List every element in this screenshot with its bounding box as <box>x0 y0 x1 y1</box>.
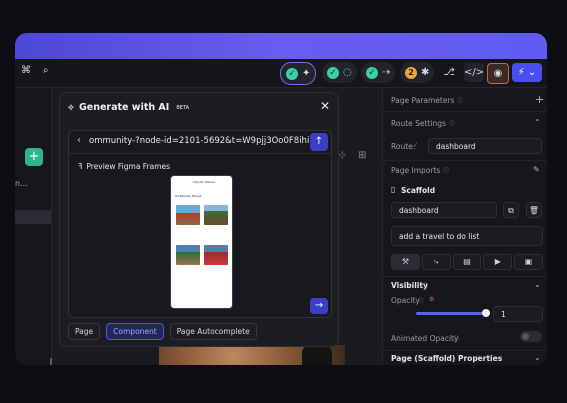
properties-panel: Page Parameters ⓘ + Route Settings ⓘ ⌃ R… <box>382 88 547 365</box>
canvas-tool-icon[interactable]: ⊹ <box>338 150 352 164</box>
place-card-image <box>204 245 228 265</box>
route-settings-heading[interactable]: Route Settings <box>391 119 446 128</box>
scaffold-name-input[interactable]: dashboard <box>391 202 497 218</box>
add-parameter-icon[interactable]: + <box>535 93 544 106</box>
branch-icon[interactable]: ⎇ <box>439 63 459 82</box>
info-icon: ⓘ <box>418 298 425 305</box>
place-card-image <box>204 205 228 225</box>
canvas-figure <box>302 345 332 365</box>
magic-wand-icon[interactable]: ⚒ <box>391 254 420 270</box>
place-card-image <box>176 205 200 225</box>
selected-row <box>15 210 51 224</box>
run-bolt-button[interactable]: ⚡ ⌄ <box>512 63 542 82</box>
check-icon: ✓ <box>286 67 298 80</box>
opacity-label: Opacity <box>391 296 420 305</box>
info-icon: ⓘ <box>453 336 460 343</box>
phone-icon: ▯ <box>391 185 396 194</box>
opacity-slider-knob[interactable] <box>482 309 490 317</box>
sparkle-icon: ✦ <box>302 68 311 79</box>
place-card-image <box>176 245 200 265</box>
route-input[interactable]: dashboard <box>428 138 542 154</box>
phone-title: Popular Places <box>193 180 215 184</box>
edit-pencil-icon[interactable]: ✎ <box>533 165 540 174</box>
search-icon[interactable]: ⌕ <box>43 65 49 76</box>
add-button[interactable]: + <box>25 148 43 166</box>
truncated-label: n... <box>15 179 28 188</box>
left-sidebar: + n... <box>15 88 53 365</box>
url-row: ‹ ommunity-?node-id=2101-5692&t=W9pjj3Oo… <box>69 131 331 154</box>
sparkle-icon: ⟡ <box>68 102 74 113</box>
page-parameters-heading[interactable]: Page Parameters <box>391 96 454 105</box>
toolbar-group-comments[interactable]: ✓ ◌ <box>322 62 357 83</box>
page-properties-heading[interactable]: Page (Scaffold) Properties <box>391 354 502 363</box>
ai-prompt-input[interactable]: add a travel to do list <box>391 226 543 246</box>
action-buttons-row: ⚒ ⤷ ▤ ▶ ▣ <box>391 254 543 270</box>
figma-icon: ꟻ <box>78 162 83 171</box>
preview-figma-frames: ꟻ Preview Figma Frames <box>78 162 170 171</box>
phone-preview: Popular Places All Popular Places <box>170 175 233 309</box>
close-icon[interactable]: ✕ <box>320 99 330 113</box>
layout-icon[interactable]: ▤ <box>452 254 482 270</box>
beta-badge: BETA <box>176 104 190 111</box>
chevron-up-icon[interactable]: ⌃ <box>534 118 541 127</box>
chevron-down-icon[interactable]: ⌄ <box>534 353 541 362</box>
page-imports-heading[interactable]: Page Imports <box>391 166 440 175</box>
toggle-knob <box>522 333 529 340</box>
figma-url-input[interactable]: ommunity-?node-id=2101-5692&t=W9pjj3Oo0F… <box>89 136 311 146</box>
trash-icon[interactable]: 🗑 <box>526 202 542 218</box>
chevron-down-icon[interactable]: ⌄ <box>534 280 541 289</box>
animated-opacity-toggle[interactable] <box>520 331 542 342</box>
path-icon[interactable]: ⤷ <box>421 254 451 270</box>
info-icon: ⓘ <box>422 283 429 290</box>
command-icon[interactable]: ⌘ <box>21 65 31 76</box>
info-icon: ⓘ <box>449 121 456 128</box>
next-arrow-button[interactable]: → <box>310 298 328 314</box>
code-block-icon[interactable]: ▣ <box>514 254 543 270</box>
dialog-title: ⟡ Generate with AI BETA <box>68 102 189 113</box>
tab-page-autocomplete[interactable]: Page Autocomplete <box>169 323 257 340</box>
generate-ai-dialog: ⟡ Generate with AI BETA ✕ ‹ ommunity-?nod… <box>59 92 339 347</box>
opacity-input[interactable]: 1 <box>493 306 543 322</box>
top-banner <box>15 33 547 59</box>
chat-icon: ◌ <box>343 67 352 78</box>
preview-label-text: Preview Figma Frames <box>86 162 171 171</box>
copy-icon[interactable]: ⧉ <box>503 202 519 218</box>
link-icon: ⁄ <box>415 142 417 149</box>
variable-icon[interactable]: ⚙ <box>429 296 434 303</box>
opacity-slider-track[interactable] <box>416 312 486 315</box>
submit-up-arrow-button[interactable]: ↑ <box>310 133 328 151</box>
divider <box>383 350 547 351</box>
toolbar-group-ai[interactable]: ✓ ✦ <box>280 62 317 85</box>
info-icon: ⓘ <box>457 98 464 105</box>
top-toolbar: ⌘ ⌕ ✓ ✦ ✓ ◌ ✓ ⇢ 2 ✱ ⎇ </> ◉ ⚡ ⌄ <box>15 59 547 88</box>
check-icon: ✓ <box>327 66 339 79</box>
divider <box>383 160 547 161</box>
animated-opacity-label: Animated Opacity <box>391 334 459 343</box>
toolbar-left: ⌘ ⌕ <box>21 65 49 76</box>
tab-page[interactable]: Page <box>68 323 101 340</box>
warning-count-badge: 2 <box>405 66 417 79</box>
share-icon: ⇢ <box>382 67 391 78</box>
tab-component[interactable]: Component <box>106 323 164 340</box>
mode-tabs: Page Component Page Autocomplete <box>68 323 257 340</box>
app-window: ⌘ ⌕ ✓ ✦ ✓ ◌ ✓ ⇢ 2 ✱ ⎇ </> ◉ ⚡ ⌄ + n... ⊹… <box>15 33 547 365</box>
dialog-title-text: Generate with AI <box>78 102 170 113</box>
check-icon: ✓ <box>366 66 378 79</box>
back-chevron-icon[interactable]: ‹ <box>77 135 81 146</box>
play-icon[interactable]: ▶ <box>483 254 513 270</box>
preview-panel: ‹ ommunity-?node-id=2101-5692&t=W9pjj3Oo… <box>68 130 332 318</box>
divider <box>383 111 547 112</box>
canvas-layout-icon[interactable]: ⊞ <box>358 150 372 164</box>
info-icon: ⓘ <box>475 356 482 363</box>
scaffold-label: Scaffold <box>401 186 436 195</box>
code-icon[interactable]: </> <box>464 63 484 82</box>
divider <box>383 276 547 277</box>
bug-icon: ✱ <box>421 67 430 78</box>
route-label: Route: <box>391 142 416 151</box>
info-icon: ⓘ <box>443 168 450 175</box>
toolbar-group-bugs[interactable]: 2 ✱ <box>400 62 435 83</box>
phone-subtitle: All Popular Places <box>175 194 202 198</box>
toolbar-group-share[interactable]: ✓ ⇢ <box>361 62 396 83</box>
preview-eye-icon[interactable]: ◉ <box>487 63 509 84</box>
